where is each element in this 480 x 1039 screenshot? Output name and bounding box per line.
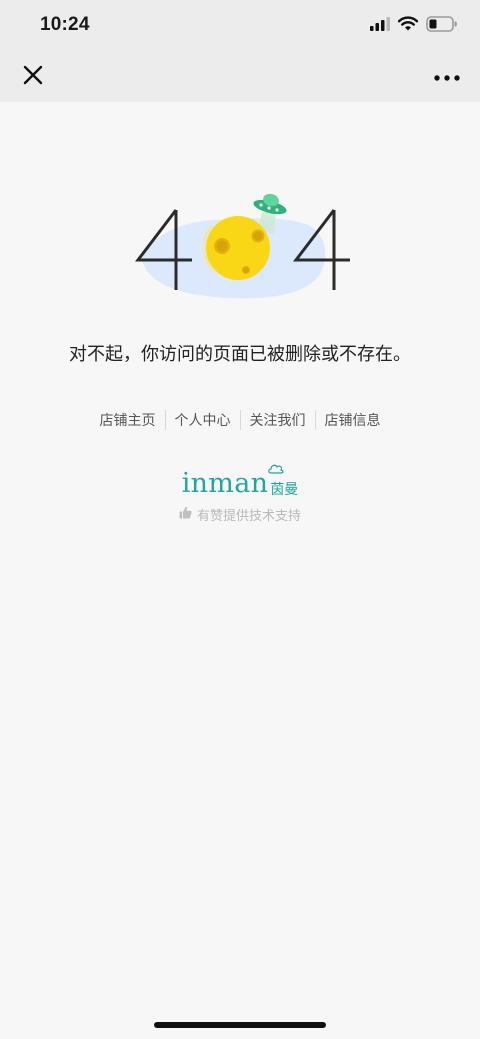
wifi-icon bbox=[397, 16, 419, 36]
link-shop-home[interactable]: 店铺主页 bbox=[91, 410, 165, 430]
brand-name-en: inman bbox=[181, 468, 269, 499]
cloud-icon bbox=[268, 462, 284, 480]
home-indicator[interactable] bbox=[154, 1022, 326, 1028]
link-personal-center[interactable]: 个人中心 bbox=[166, 410, 240, 430]
link-follow-us[interactable]: 关注我们 bbox=[241, 410, 315, 430]
brand-cn-wrap: 茵曼 bbox=[268, 464, 299, 500]
close-icon bbox=[23, 65, 43, 90]
tech-support-text: 有赞提供技术支持 bbox=[196, 508, 301, 523]
error-illustration bbox=[130, 190, 354, 302]
brand-name-cn: 茵曼 bbox=[270, 481, 299, 497]
tech-support[interactable]: 有赞提供技术支持 bbox=[0, 505, 480, 524]
thumbs-up-icon bbox=[179, 506, 192, 524]
error-message: 对不起，你访问的页面已被删除或不存在。 bbox=[69, 344, 411, 364]
close-button[interactable] bbox=[18, 62, 48, 92]
top-bar: 10:24 bbox=[0, 0, 480, 102]
status-time: 10:24 bbox=[40, 14, 90, 35]
more-icon bbox=[434, 68, 460, 86]
more-button[interactable] bbox=[428, 62, 466, 92]
status-icons bbox=[370, 15, 458, 37]
brand-logo[interactable]: inman 茵曼 bbox=[0, 464, 480, 500]
footer-links: 店铺主页 个人中心 关注我们 店铺信息 bbox=[0, 410, 480, 430]
link-shop-info[interactable]: 店铺信息 bbox=[316, 410, 390, 430]
error-404-graphic bbox=[134, 193, 350, 299]
cellular-signal-icon bbox=[370, 16, 390, 36]
battery-icon bbox=[426, 15, 458, 37]
